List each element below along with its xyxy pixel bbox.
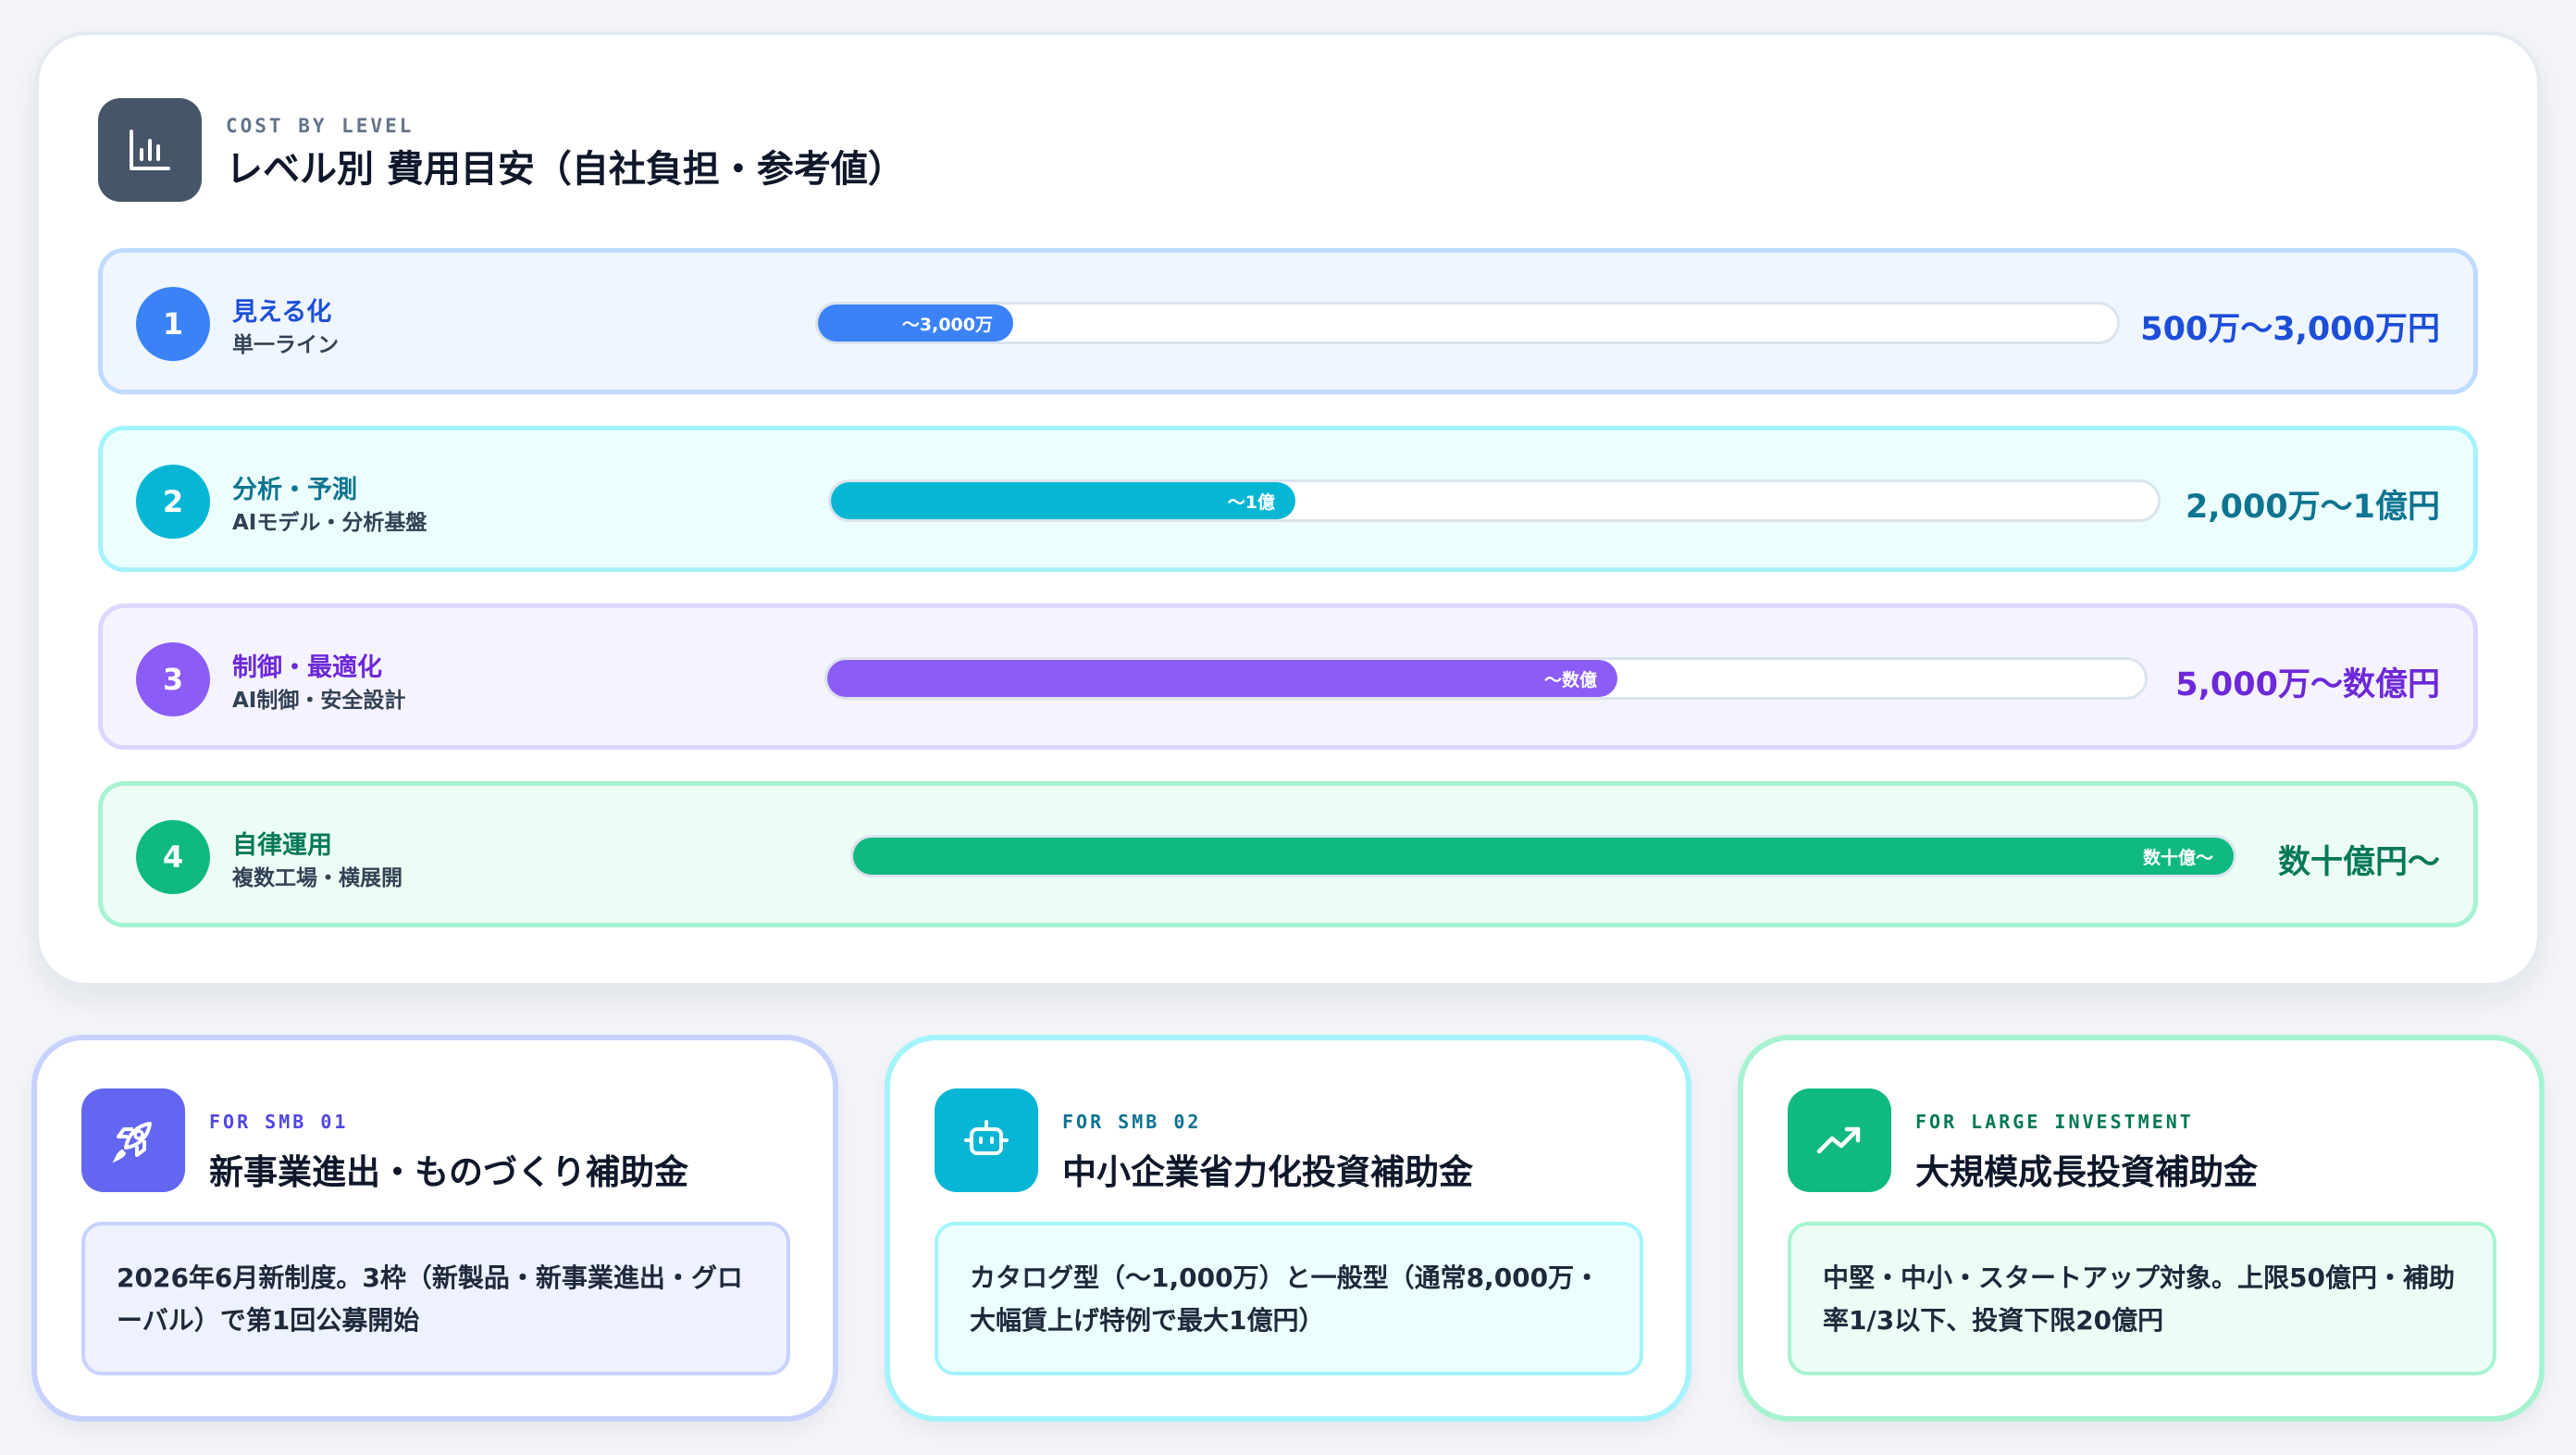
cost-bar-track: 〜1億 bbox=[828, 479, 2161, 522]
cost-bar-fill: 〜3,000万 bbox=[818, 305, 1013, 342]
cost-bar-track: 〜3,000万 bbox=[815, 302, 2120, 344]
cost-range: 500万〜3,000万円 bbox=[2140, 311, 2440, 348]
level-row-3: 3 制御・最適化 AI制御・安全設計 〜数億 5,000万〜数億円 bbox=[98, 603, 2478, 750]
rocket-icon bbox=[81, 1088, 185, 1192]
level-name: 制御・最適化 bbox=[232, 653, 382, 682]
cost-bar-label: 〜3,000万 bbox=[901, 314, 993, 335]
subsidy-title: 中小企業省力化投資補助金 bbox=[1062, 1152, 1473, 1192]
level-name: 分析・予測 bbox=[232, 476, 357, 504]
cost-bar-label: 〜数億 bbox=[1543, 669, 1597, 690]
subsidy-title: 大規模成長投資補助金 bbox=[1915, 1152, 2258, 1192]
subsidy-card-monozukuri: FOR SMB 01 新事業進出・ものづくり補助金 2026年6月新制度。3枠（… bbox=[31, 1035, 838, 1422]
cost-bar-fill: 〜数億 bbox=[827, 660, 1617, 697]
level-subtitle: 複数工場・横展開 bbox=[232, 866, 402, 890]
level-subtitle: AIモデル・分析基盤 bbox=[232, 511, 427, 535]
level-name: 見える化 bbox=[232, 298, 332, 327]
cost-bar-track: 〜数億 bbox=[824, 657, 2148, 700]
subsidy-eyebrow: FOR LARGE INVESTMENT bbox=[1915, 1111, 2194, 1133]
trending-up-icon bbox=[1788, 1088, 1891, 1192]
level-subtitle: AI制御・安全設計 bbox=[232, 689, 406, 713]
cost-range: 5,000万〜数億円 bbox=[2175, 666, 2440, 703]
subsidy-description: 中堅・中小・スタートアップ対象。上限50億円・補助率1/3以下、投資下限20億円 bbox=[1788, 1222, 2496, 1375]
subsidy-description: 2026年6月新制度。3枠（新製品・新事業進出・グローバル）で第1回公募開始 bbox=[81, 1222, 790, 1375]
cost-bar-fill: 〜1億 bbox=[831, 482, 1295, 519]
subsidy-eyebrow: FOR SMB 02 bbox=[1062, 1111, 1202, 1133]
subsidy-title: 新事業進出・ものづくり補助金 bbox=[209, 1152, 688, 1192]
level-row-2: 2 分析・予測 AIモデル・分析基盤 〜1億 2,000万〜1億円 bbox=[98, 426, 2478, 572]
level-row-1: 1 見える化 単一ライン 〜3,000万 500万〜3,000万円 bbox=[98, 248, 2478, 394]
subsidy-card-large-investment: FOR LARGE INVESTMENT 大規模成長投資補助金 中堅・中小・スタ… bbox=[1738, 1035, 2545, 1422]
level-subtitle: 単一ライン bbox=[232, 333, 339, 357]
level-row-4: 4 自律運用 複数工場・横展開 数十億〜 数十億円〜 bbox=[98, 781, 2478, 927]
level-name: 自律運用 bbox=[232, 831, 332, 860]
cost-bar-track: 数十億〜 bbox=[850, 835, 2236, 877]
cost-bar-label: 〜1億 bbox=[1227, 491, 1275, 513]
subsidy-description: カタログ型（〜1,000万）と一般型（通常8,000万・大幅賃上げ特例で最大1億… bbox=[935, 1222, 1643, 1375]
level-number-badge: 3 bbox=[136, 642, 210, 716]
level-number-badge: 1 bbox=[136, 287, 210, 361]
cost-bar-label: 数十億〜 bbox=[2142, 847, 2213, 868]
section-eyebrow: COST BY LEVEL bbox=[226, 115, 415, 137]
cost-range: 数十億円〜 bbox=[2277, 844, 2440, 881]
bar-chart-icon bbox=[98, 98, 202, 202]
level-number-badge: 2 bbox=[136, 465, 210, 539]
cost-range: 2,000万〜1億円 bbox=[2185, 489, 2440, 526]
cost-bar-fill: 数十億〜 bbox=[853, 838, 2234, 875]
subsidy-eyebrow: FOR SMB 01 bbox=[209, 1111, 349, 1133]
section-title: レベル別 費用目安（自社負担・参考値） bbox=[226, 148, 905, 191]
subsidy-card-shoryokuka: FOR SMB 02 中小企業省力化投資補助金 カタログ型（〜1,000万）と一… bbox=[885, 1035, 1691, 1422]
cost-by-level-card: COST BY LEVEL レベル別 費用目安（自社負担・参考値） 1 見える化… bbox=[35, 31, 2541, 987]
level-number-badge: 4 bbox=[136, 820, 210, 894]
robot-icon bbox=[935, 1088, 1038, 1192]
